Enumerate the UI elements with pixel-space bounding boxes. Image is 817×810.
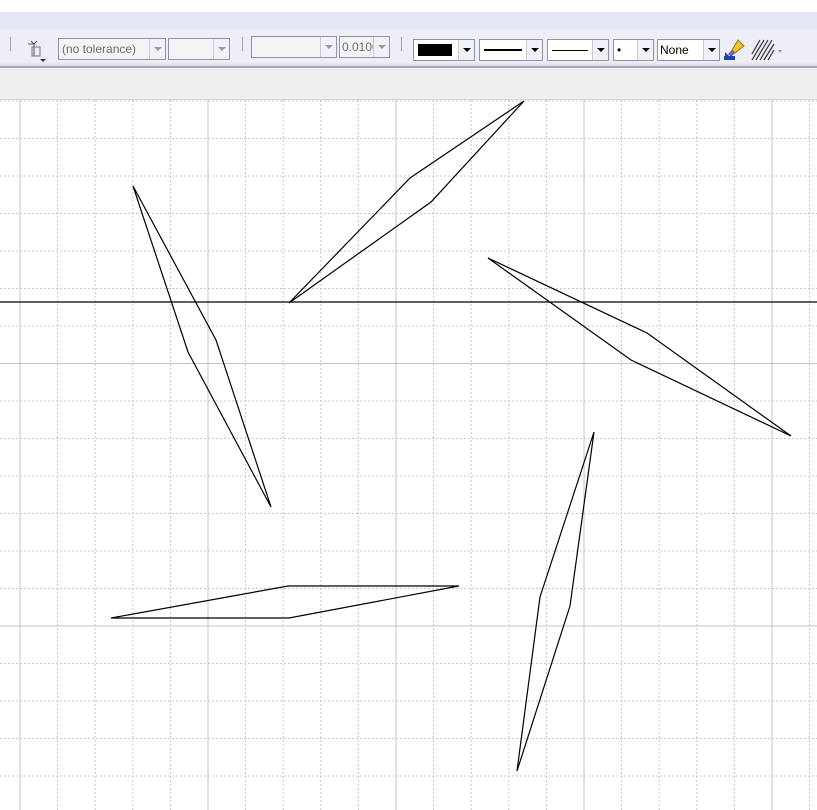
blade-bottom-right[interactable]	[516, 431, 595, 772]
line-weight-combo[interactable]	[547, 39, 609, 61]
grid-lines	[0, 100, 817, 810]
toolbar-grip[interactable]	[401, 37, 404, 51]
chevron-down-icon[interactable]	[592, 40, 608, 60]
chevron-down-icon[interactable]	[458, 40, 474, 60]
chevron-down-icon[interactable]	[320, 37, 336, 57]
drawing-canvas[interactable]	[0, 100, 817, 810]
blade-top[interactable]	[288, 100, 525, 304]
point-style-value: •	[617, 43, 622, 57]
blank-combo-1[interactable]	[168, 38, 230, 60]
line-style-combo[interactable]	[479, 39, 543, 61]
pattern-value: None	[660, 43, 689, 57]
line-weight-sample	[552, 50, 588, 51]
toolbar-grip[interactable]	[242, 37, 245, 51]
point-style-combo[interactable]: •	[613, 39, 654, 61]
line-style-sample	[484, 49, 522, 51]
chevron-down-icon[interactable]	[373, 37, 389, 57]
blank-combo-2[interactable]	[251, 36, 337, 58]
precision-combo[interactable]: 0.0100	[339, 36, 390, 58]
chevron-down-icon[interactable]	[637, 40, 653, 60]
tolerance-combo[interactable]: (no tolerance)	[58, 38, 166, 60]
tolerance-value: (no tolerance)	[62, 42, 137, 56]
ruler-bar	[0, 68, 817, 100]
chevron-down-icon[interactable]	[149, 39, 165, 59]
blade-bottom-left[interactable]	[110, 585, 460, 619]
paintbrush-icon[interactable]	[722, 38, 748, 62]
chevron-down-icon[interactable]	[526, 40, 542, 60]
blade-left[interactable]	[132, 185, 272, 508]
blade-right[interactable]	[487, 257, 792, 437]
fill-color-combo[interactable]	[413, 39, 475, 61]
chevron-down-icon[interactable]	[703, 40, 719, 60]
hatch-pattern-icon[interactable]	[750, 38, 784, 62]
toolbar-grip[interactable]	[10, 37, 13, 51]
select-arrow-icon[interactable]	[20, 36, 50, 64]
title-strip	[0, 0, 817, 12]
drawing-svg[interactable]	[0, 100, 817, 810]
color-swatch	[418, 44, 452, 56]
format-toolbar: (no tolerance) 0.0100 • None	[0, 12, 817, 68]
chevron-down-icon[interactable]	[213, 39, 229, 59]
pattern-combo[interactable]: None	[657, 39, 720, 61]
